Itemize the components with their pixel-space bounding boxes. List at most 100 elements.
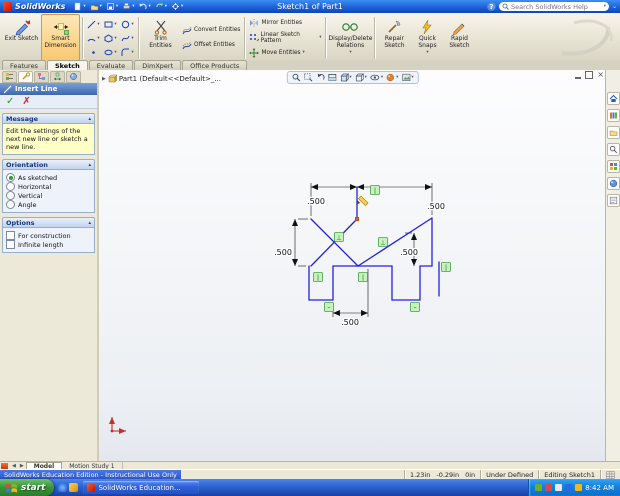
dimension-value[interactable]: .500	[426, 201, 446, 213]
part-tree-root[interactable]: Part1 (Default<<Default>_...	[119, 75, 221, 83]
save-button[interactable]: ▾	[105, 2, 119, 11]
mirror-entities-button[interactable]: Mirror Entities	[247, 16, 323, 30]
dimxpertmanager-tab[interactable]	[50, 70, 65, 83]
radio-icon[interactable]	[6, 191, 15, 201]
checkbox-icon[interactable]	[6, 240, 15, 250]
display-delete-relations-button[interactable]: Display/Delete Relations ▾	[328, 14, 372, 62]
appearances-button[interactable]	[606, 177, 620, 190]
sketch-origin[interactable]	[109, 417, 126, 434]
toolbar-expand-icon[interactable]: ⌄	[612, 3, 617, 10]
ok-button[interactable]: ✓	[6, 96, 14, 107]
rapid-sketch-button[interactable]: Rapid Sketch	[443, 14, 475, 62]
solidworks-resources-button[interactable]	[606, 92, 620, 105]
dimension-value[interactable]: .500	[273, 247, 293, 259]
rectangle-tool-button[interactable]: ▾	[102, 17, 119, 31]
relation-badge[interactable]: –	[410, 302, 420, 312]
move-entities-button[interactable]: Move Entities ▾	[247, 46, 323, 60]
relation-badge[interactable]: –	[324, 302, 334, 312]
edit-appearance-button[interactable]: ▾	[386, 73, 398, 82]
undo-button[interactable]: ▾	[137, 2, 151, 11]
relation-badge[interactable]: |	[313, 272, 323, 282]
taskbar-item-solidworks[interactable]: SolidWorks Education...	[83, 481, 200, 494]
new-button[interactable]: ▾	[72, 2, 86, 11]
trim-entities-button[interactable]: Trim Entities	[141, 14, 180, 62]
file-explorer-button[interactable]	[606, 126, 620, 139]
ellipse-tool-button[interactable]: ▾	[102, 45, 119, 59]
print-button[interactable]: ▾	[121, 2, 135, 11]
message-section-header[interactable]: Message ▴	[2, 113, 95, 124]
tray-icon[interactable]	[535, 484, 543, 491]
polygon-tool-button[interactable]: ▾	[102, 31, 119, 45]
previous-view-button[interactable]	[315, 73, 325, 82]
active-endpoint-marker[interactable]	[355, 216, 360, 221]
convert-entities-button[interactable]: Convert Entities	[180, 24, 242, 38]
view-orientation-button[interactable]: ▾	[339, 73, 352, 82]
section-view-button[interactable]	[327, 73, 336, 82]
search-input[interactable]	[510, 2, 602, 11]
sketch-canvas[interactable]: .500 .500 .500 .500 .500 | ⊥ ⊥ | – | – |	[99, 70, 606, 461]
sketch-geometry[interactable]	[308, 186, 440, 301]
help-icon[interactable]: ?	[486, 2, 496, 11]
custom-properties-button[interactable]	[606, 194, 620, 207]
tab-evaluate[interactable]: Evaluate	[88, 60, 134, 70]
quick-launch-icon[interactable]	[58, 483, 68, 492]
close-icon[interactable]: ×	[597, 71, 604, 79]
radio-angle[interactable]: Angle	[6, 200, 91, 210]
display-style-button[interactable]: ▾	[355, 73, 367, 82]
checkbox-for-construction[interactable]: For construction	[6, 231, 91, 241]
radio-icon[interactable]	[6, 182, 15, 192]
flyout-fe[interactable]: ▶ Part1 (Default<<Default>_...	[102, 74, 221, 83]
radio-vertical[interactable]: Vertical	[6, 191, 91, 201]
circle-tool-button[interactable]: ▾	[119, 17, 136, 31]
relation-badge[interactable]: ⊥	[334, 232, 344, 242]
rebuild-button[interactable]: ▾	[154, 2, 168, 11]
dimension-value[interactable]: .500	[340, 317, 360, 329]
open-button[interactable]: ▾	[89, 2, 103, 11]
configurationmanager-tab[interactable]	[34, 70, 49, 83]
options-section-header[interactable]: Options ▴	[2, 217, 95, 229]
radio-icon[interactable]	[6, 173, 15, 183]
smart-dimension-button[interactable]: Smart Dimension	[41, 14, 80, 62]
search-dropdown-icon[interactable]: ▾	[604, 4, 606, 9]
minimize-icon[interactable]	[575, 76, 582, 79]
design-library-button[interactable]	[606, 109, 620, 122]
options-button[interactable]: ▾	[170, 2, 184, 11]
hide-show-items-button[interactable]: ▾	[370, 73, 383, 82]
radio-icon[interactable]	[6, 200, 15, 210]
restore-icon[interactable]	[585, 71, 594, 79]
tab-features[interactable]: Features	[2, 60, 46, 70]
arc-tool-button[interactable]: ▾	[85, 31, 102, 45]
displaymanager-tab[interactable]	[66, 70, 81, 83]
start-button[interactable]: start	[0, 479, 55, 496]
offset-entities-button[interactable]: Offset Entities	[180, 39, 242, 53]
dimension-top-left[interactable]: .500	[306, 183, 357, 216]
search-box[interactable]: ▾	[498, 2, 609, 11]
dimension-mid-left[interactable]: .500	[273, 218, 308, 267]
graphics-area[interactable]: .500 .500 .500 .500 .500 | ⊥ ⊥ | – | – |…	[99, 70, 606, 461]
radio-as-sketched[interactable]: As sketched	[6, 173, 91, 183]
tree-expand-icon[interactable]: ▶	[102, 76, 106, 82]
linear-sketch-pattern-button[interactable]: Linear Sketch Pattern ▾	[247, 31, 323, 45]
zoom-area-button[interactable]	[303, 73, 312, 82]
zoom-fit-button[interactable]	[291, 73, 300, 82]
tray-icon[interactable]	[555, 484, 563, 491]
dimension-value[interactable]: .500	[306, 196, 326, 208]
tab-sketch[interactable]: Sketch	[46, 60, 88, 70]
featuremanager-tab[interactable]	[2, 70, 17, 83]
quick-snaps-button[interactable]: Quick Snaps ▾	[411, 14, 443, 62]
relation-badge[interactable]: |	[441, 262, 451, 272]
tray-icon[interactable]	[575, 484, 583, 491]
point-tool-button[interactable]	[85, 45, 102, 59]
apply-scene-button[interactable]: ▾	[401, 73, 414, 82]
dimension-mid-right[interactable]: .500	[399, 232, 419, 266]
repair-sketch-button[interactable]: Repair Sketch	[377, 14, 411, 62]
quick-launch-icon[interactable]	[69, 483, 79, 492]
tab-office-products[interactable]: Office Products	[182, 60, 248, 70]
relation-badge[interactable]: |	[358, 272, 368, 282]
propertymanager-tab[interactable]	[18, 70, 33, 83]
exit-sketch-button[interactable]: Exit Sketch	[2, 14, 41, 62]
view-palette-button[interactable]	[606, 160, 620, 173]
checkbox-infinite-length[interactable]: Infinite length	[6, 240, 91, 250]
cancel-button[interactable]: ✗	[22, 96, 30, 107]
search-pane-button[interactable]	[606, 143, 620, 156]
